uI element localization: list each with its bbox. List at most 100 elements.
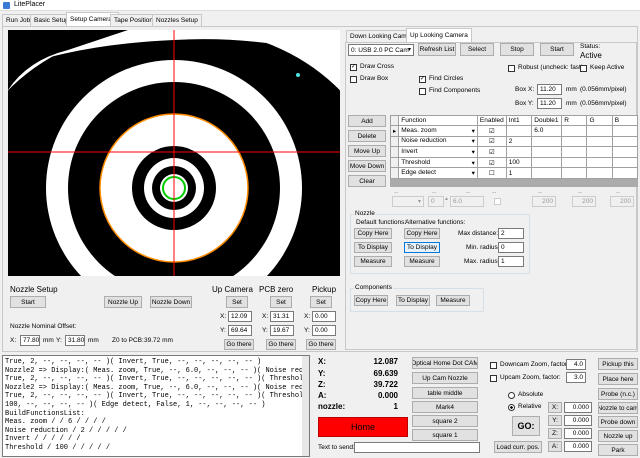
function-cell[interactable]: Edge detect ▾ bbox=[398, 167, 478, 179]
optical-home-dot-cam-button[interactable]: Optical Home Dot CAM bbox=[412, 357, 478, 369]
nozzle-alt-measure-button[interactable]: Measure bbox=[404, 256, 440, 267]
pcb-zero-go-there-button[interactable]: Go there bbox=[266, 339, 296, 350]
table-row[interactable]: Invert ▾ ☑ bbox=[389, 146, 639, 158]
find-components-checkbox[interactable] bbox=[419, 88, 426, 95]
components-to-display-button[interactable]: To Display bbox=[396, 295, 430, 306]
up-cam-nozzle-button[interactable]: Up Cam Nozzle bbox=[412, 372, 478, 384]
upcam-zoom-input[interactable]: 3.0 bbox=[566, 372, 586, 383]
tab-up-looking-camera[interactable]: Up Looking Camera bbox=[406, 28, 472, 42]
enabled-edit-checkbox[interactable] bbox=[494, 198, 501, 205]
int1-cell[interactable] bbox=[505, 146, 533, 158]
select-camera-button[interactable]: Select bbox=[460, 43, 494, 56]
place-here-button[interactable]: Place here bbox=[598, 373, 638, 385]
park-button[interactable]: Park bbox=[598, 444, 638, 456]
load-current-position-button[interactable]: Load curr. pos. bbox=[494, 441, 542, 453]
console-scrollbar[interactable] bbox=[302, 356, 309, 456]
g-edit-input[interactable]: 200 bbox=[572, 196, 596, 207]
delete-function-button[interactable]: Delete bbox=[348, 130, 386, 142]
downcam-zoom-input[interactable]: 4.0 bbox=[566, 359, 586, 370]
function-edit-input[interactable]: ▾ bbox=[392, 196, 424, 207]
draw-cross-checkbox[interactable]: ✓ bbox=[350, 64, 357, 71]
clear-functions-button[interactable]: Clear bbox=[348, 175, 386, 187]
tab-nozzles-setup[interactable]: Nozzles Setup bbox=[152, 14, 202, 26]
table-row[interactable]: Threshold ▾ ☑ 100 bbox=[389, 156, 639, 169]
nozzle-to-cam-button[interactable]: Nozzle to cam bbox=[598, 402, 638, 414]
pcb-zero-x-input[interactable]: 31.31 bbox=[270, 311, 294, 322]
nozzle-up-right-button[interactable]: Nozzle up bbox=[598, 430, 638, 442]
int1-stepper-icon[interactable]: ▲ bbox=[444, 196, 449, 202]
nozzle-default-copy-here-button[interactable]: Copy Here bbox=[354, 228, 392, 239]
up-camera-go-there-button[interactable]: Go there bbox=[224, 339, 254, 350]
square-2-button[interactable]: square 2 bbox=[412, 415, 478, 427]
components-measure-button[interactable]: Measure bbox=[436, 295, 470, 306]
box-x-input[interactable]: 11.20 bbox=[537, 84, 562, 95]
jog-z-input[interactable]: 0.000 bbox=[564, 428, 592, 439]
offset-y-input[interactable]: 31.80 bbox=[65, 335, 85, 346]
downcam-zoom-checkbox[interactable] bbox=[490, 362, 497, 369]
probe-down-button[interactable]: Probe down bbox=[598, 416, 638, 428]
table-middle-button[interactable]: table middle bbox=[412, 387, 478, 399]
pcb-zero-y-input[interactable]: 19.67 bbox=[270, 325, 294, 336]
text-to-send-input[interactable] bbox=[354, 442, 480, 453]
go-button[interactable]: GO: bbox=[512, 416, 540, 436]
double1-cell[interactable] bbox=[531, 146, 563, 158]
min-radius-input[interactable]: 0 bbox=[498, 242, 524, 253]
robust-checkbox[interactable] bbox=[508, 65, 515, 72]
components-copy-here-button[interactable]: Copy Here bbox=[354, 295, 388, 306]
pickup-y-input[interactable]: 0.00 bbox=[312, 325, 336, 336]
jog-x-input[interactable]: 0.000 bbox=[564, 402, 592, 413]
nozzle-default-measure-button[interactable]: Measure bbox=[354, 256, 392, 267]
nozzle-default-to-display-button[interactable]: To Display bbox=[354, 242, 392, 253]
enabled-checkbox[interactable]: ☑ bbox=[476, 156, 507, 169]
function-cell[interactable]: Noise reduction ▾ bbox=[398, 135, 478, 148]
jog-a-input[interactable]: 0.000 bbox=[564, 441, 592, 452]
double1-cell[interactable] bbox=[531, 156, 563, 169]
int1-edit-input[interactable]: 0 bbox=[428, 196, 444, 207]
function-cell[interactable]: Meas. zoom ▾ bbox=[398, 125, 478, 137]
enabled-checkbox[interactable]: ☑ bbox=[476, 146, 507, 158]
up-camera-y-input[interactable]: 69.64 bbox=[228, 325, 252, 336]
move-down-button[interactable]: Move Down bbox=[348, 160, 386, 172]
relative-radio[interactable] bbox=[508, 404, 515, 411]
square-1-button[interactable]: square 1 bbox=[412, 429, 478, 441]
nozzle-up-button[interactable]: Nozzle Up bbox=[104, 296, 142, 308]
table-row[interactable]: Edge detect ▾ ☐ 1 bbox=[389, 167, 639, 179]
stop-camera-button[interactable]: Stop bbox=[500, 43, 534, 56]
find-circles-checkbox[interactable]: ✓ bbox=[419, 76, 426, 83]
table-row[interactable]: Noise reduction ▾ ☑ 2 bbox=[389, 135, 639, 148]
absolute-radio[interactable] bbox=[508, 392, 515, 399]
function-cell[interactable]: Invert ▾ bbox=[398, 146, 478, 158]
camera-select[interactable]: 0: USB 2.0 PC Cam ▾ bbox=[348, 44, 414, 56]
max-distance-input[interactable]: 2 bbox=[498, 228, 524, 239]
double1-cell[interactable]: 6.0 bbox=[531, 125, 563, 137]
add-function-button[interactable]: Add bbox=[348, 115, 386, 127]
double1-cell[interactable] bbox=[531, 167, 563, 179]
draw-box-checkbox[interactable] bbox=[350, 76, 357, 83]
b-edit-input[interactable]: 200 bbox=[610, 196, 634, 207]
probe-nc-button[interactable]: Probe (n.c.) bbox=[598, 388, 638, 400]
refresh-list-button[interactable]: Refresh List bbox=[418, 43, 456, 56]
move-up-button[interactable]: Move Up bbox=[348, 145, 386, 157]
int1-cell[interactable]: 1 bbox=[505, 167, 533, 179]
pickup-this-button[interactable]: Pickup this bbox=[598, 358, 638, 370]
functions-grid[interactable]: Function Enabled Int1 Double1 R G B ▸ Me… bbox=[389, 115, 639, 187]
int1-cell[interactable] bbox=[505, 125, 533, 137]
int1-cell[interactable]: 100 bbox=[505, 156, 533, 169]
box-y-input[interactable]: 11.20 bbox=[537, 98, 562, 109]
nozzle-down-button[interactable]: Nozzle Down bbox=[150, 296, 192, 308]
enabled-checkbox[interactable]: ☐ bbox=[476, 167, 507, 179]
keep-active-checkbox[interactable] bbox=[580, 65, 587, 72]
pcb-zero-set-button[interactable]: Set bbox=[270, 296, 292, 308]
enabled-checkbox[interactable]: ☑ bbox=[476, 135, 507, 148]
double1-cell[interactable] bbox=[531, 135, 563, 148]
home-button[interactable]: Home bbox=[318, 417, 408, 437]
camera-view[interactable] bbox=[8, 30, 340, 276]
max-radius-input[interactable]: 1 bbox=[498, 256, 524, 267]
nozzle-alt-copy-here-button[interactable]: Copy Here bbox=[404, 228, 440, 239]
up-camera-set-button[interactable]: Set bbox=[226, 296, 248, 308]
start-camera-button[interactable]: Start bbox=[540, 43, 574, 56]
nozzle-alt-to-display-button[interactable]: To Display bbox=[404, 242, 440, 253]
nozzle-setup-start-button[interactable]: Start bbox=[10, 296, 46, 308]
offset-x-input[interactable]: 77.80 bbox=[20, 335, 40, 346]
console-log[interactable]: True, 2, --, --, --, -- )( Invert, True,… bbox=[2, 355, 310, 457]
